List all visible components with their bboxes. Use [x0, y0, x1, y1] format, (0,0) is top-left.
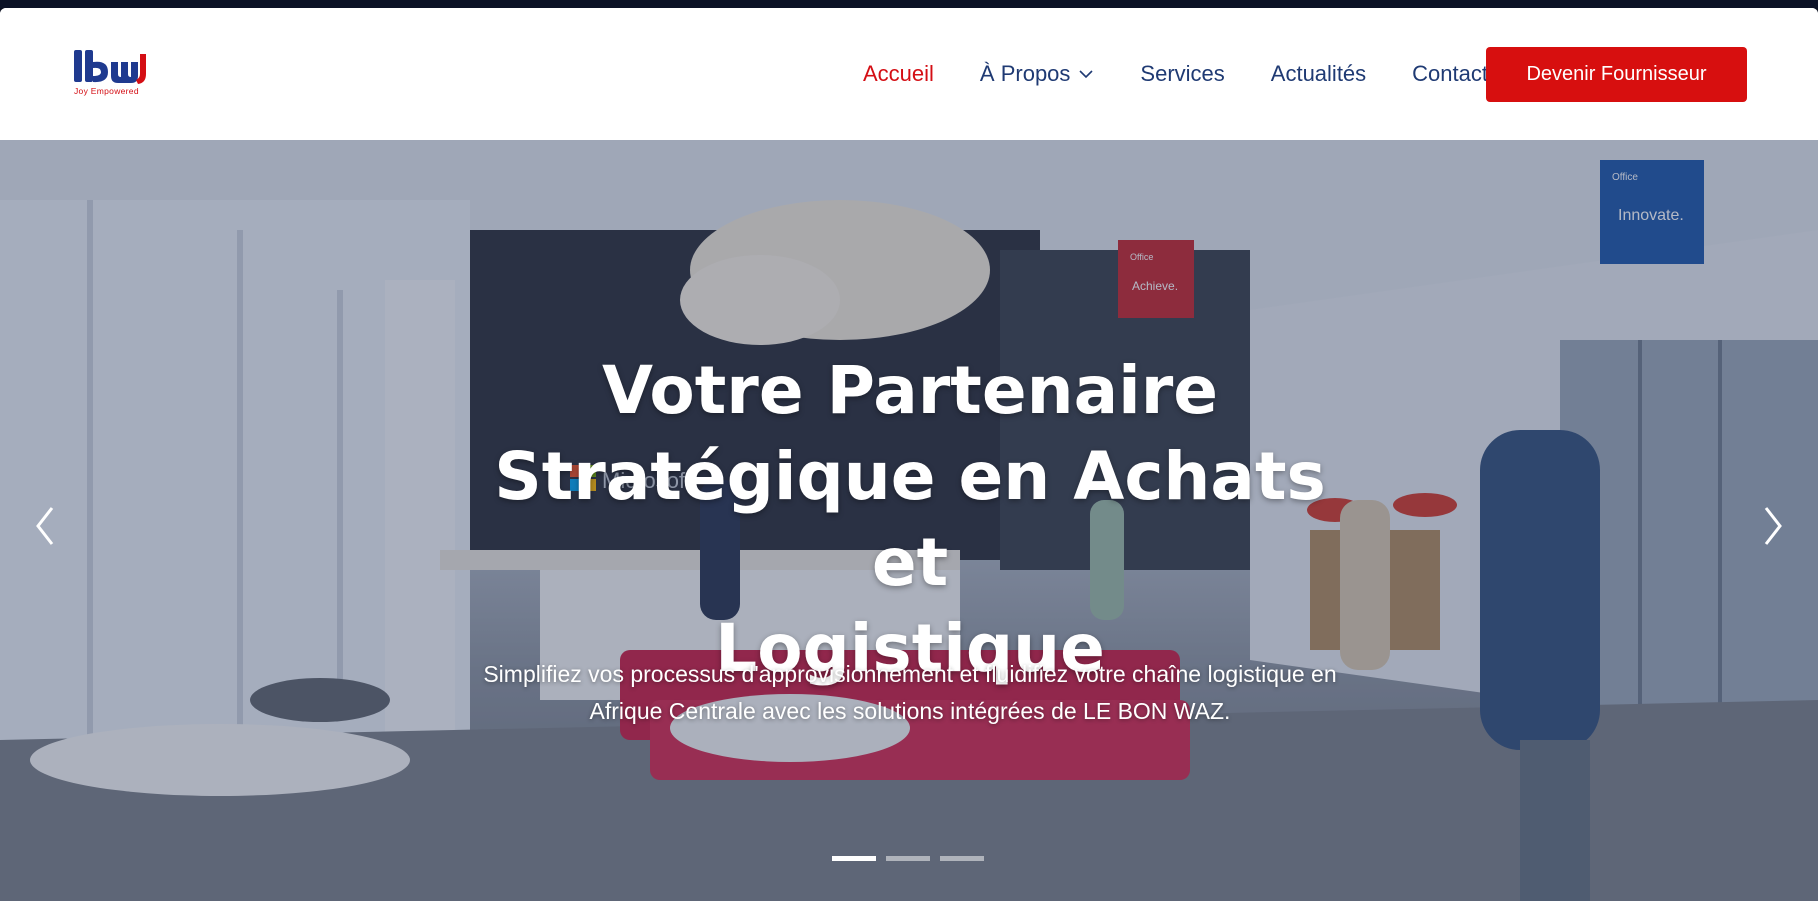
chevron-right-icon	[1764, 507, 1782, 545]
carousel-prev-button[interactable]	[26, 496, 66, 556]
hero-subtitle-line: Afrique Centrale avec les solutions inté…	[589, 698, 1231, 724]
nav-item-actualites[interactable]: Actualités	[1271, 61, 1366, 87]
site-header: Joy Empowered Accueil À Propos Services …	[0, 8, 1818, 140]
logo-mark-icon	[74, 50, 146, 84]
nav-item-services[interactable]: Services	[1140, 61, 1224, 87]
chevron-down-icon	[1079, 70, 1093, 79]
hero-subtitle: Simplifiez vos processus d'approvisionne…	[440, 656, 1380, 730]
carousel-next-button[interactable]	[1752, 496, 1792, 556]
nav-item-a-propos[interactable]: À Propos	[980, 61, 1095, 87]
carousel-dot-3[interactable]	[940, 856, 984, 861]
logo-tagline: Joy Empowered	[74, 86, 139, 96]
nav-item-label: À Propos	[979, 61, 1071, 86]
page-frame: Joy Empowered Accueil À Propos Services …	[0, 8, 1818, 901]
carousel-dot-1[interactable]	[832, 856, 876, 861]
carousel-dot-2[interactable]	[886, 856, 930, 861]
hero-title-line: Votre Partenaire	[601, 352, 1219, 429]
nav-item-contact[interactable]: Contact	[1412, 61, 1488, 87]
hero-subtitle-line: Simplifiez vos processus d'approvisionne…	[483, 661, 1337, 687]
nav-item-accueil[interactable]: Accueil	[863, 61, 934, 87]
main-nav: Accueil À Propos Services Actualités Con…	[863, 8, 1488, 140]
chevron-left-icon	[36, 507, 54, 545]
hero-title-line: Stratégique en Achats et	[494, 438, 1326, 601]
carousel-indicators	[832, 856, 984, 861]
hero-title: Votre Partenaire Stratégique en Achats e…	[460, 348, 1360, 692]
browser-top-edge	[0, 0, 1818, 8]
hero-carousel: Office Achieve. Office Innovate. Microso…	[0, 140, 1818, 901]
site-logo[interactable]: Joy Empowered	[74, 48, 156, 98]
become-supplier-button[interactable]: Devenir Fournisseur	[1486, 47, 1747, 102]
